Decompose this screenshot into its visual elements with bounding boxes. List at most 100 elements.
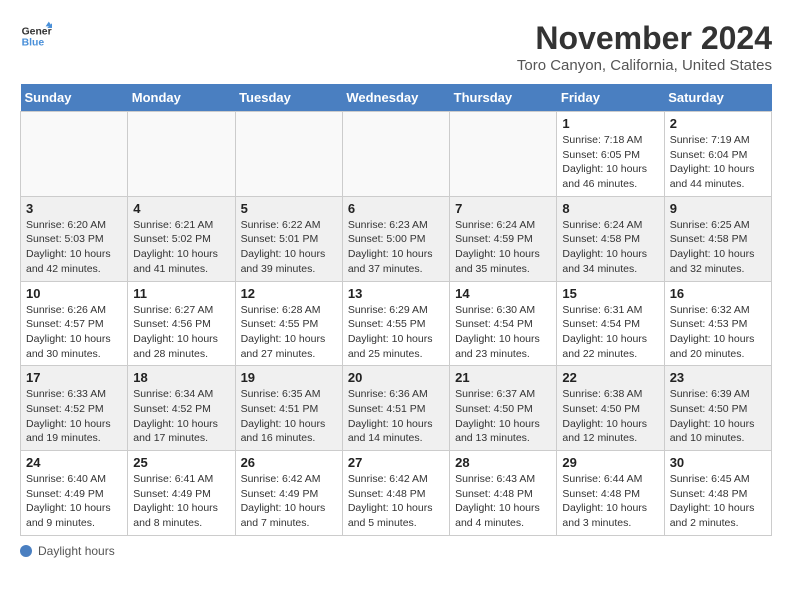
day-info: Sunrise: 6:40 AM Sunset: 4:49 PM Dayligh… [26, 472, 122, 531]
calendar-cell: 16 Sunrise: 6:32 AM Sunset: 4:53 PM Dayli… [664, 281, 771, 366]
title-area: November 2024 Toro Canyon, California, U… [517, 20, 772, 74]
day-number: 5 [241, 201, 337, 216]
calendar-week-1: 1 Sunrise: 7:18 AM Sunset: 6:05 PM Daylig… [21, 112, 772, 197]
day-info: Sunrise: 6:35 AM Sunset: 4:51 PM Dayligh… [241, 387, 337, 446]
calendar-cell: 14 Sunrise: 6:30 AM Sunset: 4:54 PM Dayli… [450, 281, 557, 366]
day-number: 27 [348, 455, 444, 470]
day-info: Sunrise: 6:43 AM Sunset: 4:48 PM Dayligh… [455, 472, 551, 531]
day-number: 14 [455, 286, 551, 301]
day-number: 6 [348, 201, 444, 216]
svg-text:General: General [22, 26, 52, 37]
calendar-cell: 5 Sunrise: 6:22 AM Sunset: 5:01 PM Daylig… [235, 196, 342, 281]
day-number: 17 [26, 370, 122, 385]
calendar-cell: 9Sunrise: 6:25 AM Sunset: 4:58 PM Daylig… [664, 196, 771, 281]
calendar-cell: 15Sunrise: 6:31 AM Sunset: 4:54 PM Dayli… [557, 281, 664, 366]
day-info: Sunrise: 6:21 AM Sunset: 5:02 PM Dayligh… [133, 218, 229, 277]
day-info: Sunrise: 7:19 AM Sunset: 6:04 PM Dayligh… [670, 133, 766, 192]
calendar-cell: 11 Sunrise: 6:27 AM Sunset: 4:56 PM Dayli… [128, 281, 235, 366]
day-number: 30 [670, 455, 766, 470]
col-sunday: Sunday [21, 84, 128, 112]
day-number: 8 [562, 201, 658, 216]
footer-note: Daylight hours [20, 544, 772, 558]
day-number: 11 [133, 286, 229, 301]
month-title: November 2024 [517, 20, 772, 57]
calendar-cell: 20 Sunrise: 6:36 AM Sunset: 4:51 PM Dayli… [342, 366, 449, 451]
calendar-cell: 8 Sunrise: 6:24 AM Sunset: 4:58 PM Daylig… [557, 196, 664, 281]
day-number: 10 [26, 286, 122, 301]
day-number: 20 [348, 370, 444, 385]
calendar-week-5: 24 Sunrise: 6:40 AM Sunset: 4:49 PM Dayli… [21, 451, 772, 536]
day-info: Sunrise: 6:44 AM Sunset: 4:48 PM Dayligh… [562, 472, 658, 531]
day-info: Sunrise: 6:33 AM Sunset: 4:52 PM Dayligh… [26, 387, 122, 446]
calendar-cell: 24 Sunrise: 6:40 AM Sunset: 4:49 PM Dayli… [21, 451, 128, 536]
col-saturday: Saturday [664, 84, 771, 112]
day-info: Sunrise: 6:36 AM Sunset: 4:51 PM Dayligh… [348, 387, 444, 446]
day-info: Sunrise: 6:29 AM Sunset: 4:55 PM Dayligh… [348, 303, 444, 362]
calendar-cell: 25Sunrise: 6:41 AM Sunset: 4:49 PM Dayli… [128, 451, 235, 536]
day-number: 24 [26, 455, 122, 470]
calendar-week-2: 3 Sunrise: 6:20 AM Sunset: 5:03 PM Daylig… [21, 196, 772, 281]
calendar-table: Sunday Monday Tuesday Wednesday Thursday… [20, 84, 772, 536]
day-number: 23 [670, 370, 766, 385]
calendar-cell: 17 Sunrise: 6:33 AM Sunset: 4:52 PM Dayli… [21, 366, 128, 451]
day-info: Sunrise: 6:42 AM Sunset: 4:48 PM Dayligh… [348, 472, 444, 531]
col-tuesday: Tuesday [235, 84, 342, 112]
day-info: Sunrise: 6:22 AM Sunset: 5:01 PM Dayligh… [241, 218, 337, 277]
calendar-cell: 27 Sunrise: 6:42 AM Sunset: 4:48 PM Dayli… [342, 451, 449, 536]
calendar-cell: 26Sunrise: 6:42 AM Sunset: 4:49 PM Dayli… [235, 451, 342, 536]
day-info: Sunrise: 6:23 AM Sunset: 5:00 PM Dayligh… [348, 218, 444, 277]
day-number: 28 [455, 455, 551, 470]
day-info: Sunrise: 6:27 AM Sunset: 4:56 PM Dayligh… [133, 303, 229, 362]
calendar-cell: 29 Sunrise: 6:44 AM Sunset: 4:48 PM Dayli… [557, 451, 664, 536]
day-number: 4 [133, 201, 229, 216]
col-friday: Friday [557, 84, 664, 112]
header-row: Sunday Monday Tuesday Wednesday Thursday… [21, 84, 772, 112]
logo-icon: General Blue [20, 20, 52, 52]
calendar-cell [450, 112, 557, 197]
calendar-cell: 7Sunrise: 6:24 AM Sunset: 4:59 PM Daylig… [450, 196, 557, 281]
calendar-cell: 28 Sunrise: 6:43 AM Sunset: 4:48 PM Dayli… [450, 451, 557, 536]
day-info: Sunrise: 6:30 AM Sunset: 4:54 PM Dayligh… [455, 303, 551, 362]
calendar-cell [128, 112, 235, 197]
day-info: Sunrise: 6:31 AM Sunset: 4:54 PM Dayligh… [562, 303, 658, 362]
day-info: Sunrise: 6:39 AM Sunset: 4:50 PM Dayligh… [670, 387, 766, 446]
col-wednesday: Wednesday [342, 84, 449, 112]
page-container: General Blue November 2024 Toro Canyon, … [20, 20, 772, 558]
day-number: 12 [241, 286, 337, 301]
calendar-cell: 13 Sunrise: 6:29 AM Sunset: 4:55 PM Dayli… [342, 281, 449, 366]
day-info: Sunrise: 7:18 AM Sunset: 6:05 PM Dayligh… [562, 133, 658, 192]
day-number: 16 [670, 286, 766, 301]
col-monday: Monday [128, 84, 235, 112]
calendar-cell: 30 Sunrise: 6:45 AM Sunset: 4:48 PM Dayli… [664, 451, 771, 536]
header: General Blue November 2024 Toro Canyon, … [20, 20, 772, 74]
day-number: 13 [348, 286, 444, 301]
calendar-cell: 6 Sunrise: 6:23 AM Sunset: 5:00 PM Daylig… [342, 196, 449, 281]
day-number: 1 [562, 116, 658, 131]
calendar-cell [21, 112, 128, 197]
day-number: 9 [670, 201, 766, 216]
footer-dot-icon [20, 545, 32, 557]
calendar-cell [235, 112, 342, 197]
calendar-cell: 10 Sunrise: 6:26 AM Sunset: 4:57 PM Dayli… [21, 281, 128, 366]
day-info: Sunrise: 6:45 AM Sunset: 4:48 PM Dayligh… [670, 472, 766, 531]
calendar-cell: 3 Sunrise: 6:20 AM Sunset: 5:03 PM Daylig… [21, 196, 128, 281]
calendar-cell [342, 112, 449, 197]
day-info: Sunrise: 6:26 AM Sunset: 4:57 PM Dayligh… [26, 303, 122, 362]
calendar-cell: 4 Sunrise: 6:21 AM Sunset: 5:02 PM Daylig… [128, 196, 235, 281]
day-number: 3 [26, 201, 122, 216]
day-number: 18 [133, 370, 229, 385]
calendar-cell: 21Sunrise: 6:37 AM Sunset: 4:50 PM Dayli… [450, 366, 557, 451]
day-info: Sunrise: 6:28 AM Sunset: 4:55 PM Dayligh… [241, 303, 337, 362]
day-number: 22 [562, 370, 658, 385]
day-info: Sunrise: 6:38 AM Sunset: 4:50 PM Dayligh… [562, 387, 658, 446]
day-number: 19 [241, 370, 337, 385]
day-info: Sunrise: 6:20 AM Sunset: 5:03 PM Dayligh… [26, 218, 122, 277]
day-info: Sunrise: 6:24 AM Sunset: 4:58 PM Dayligh… [562, 218, 658, 277]
day-number: 29 [562, 455, 658, 470]
day-number: 25 [133, 455, 229, 470]
location: Toro Canyon, California, United States [517, 57, 772, 74]
calendar-week-4: 17 Sunrise: 6:33 AM Sunset: 4:52 PM Dayli… [21, 366, 772, 451]
day-info: Sunrise: 6:32 AM Sunset: 4:53 PM Dayligh… [670, 303, 766, 362]
calendar-cell: 12 Sunrise: 6:28 AM Sunset: 4:55 PM Dayli… [235, 281, 342, 366]
footer-label: Daylight hours [38, 544, 115, 558]
